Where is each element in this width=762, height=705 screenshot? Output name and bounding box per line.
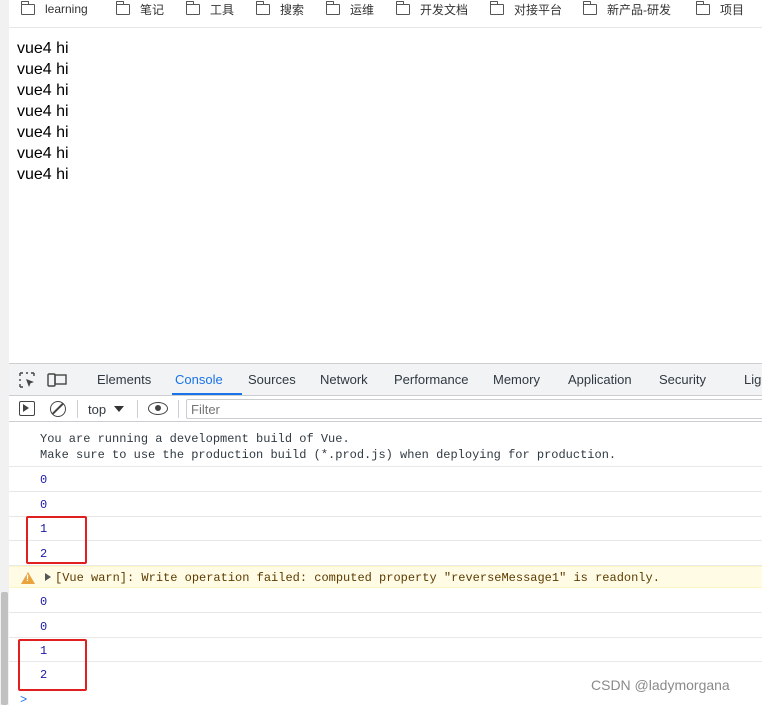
tab-elements[interactable]: Elements xyxy=(97,372,151,392)
tab-application[interactable]: Application xyxy=(568,372,632,392)
tab-performance[interactable]: Performance xyxy=(394,372,468,392)
devtools-panel: Elements Console Sources Network Perform… xyxy=(9,363,762,705)
folder-icon xyxy=(255,0,270,15)
devtools-tabbar: Elements Console Sources Network Perform… xyxy=(9,364,762,396)
bookmark-ops[interactable]: 运维 xyxy=(325,0,375,17)
page-text-line: vue4 hi xyxy=(17,61,69,78)
console-messages: You are running a development build of V… xyxy=(9,423,762,705)
device-toolbar-icon[interactable] xyxy=(47,372,67,388)
active-tab-indicator xyxy=(172,393,242,395)
tab-memory[interactable]: Memory xyxy=(493,372,540,392)
bookmarks-bar: learning 笔记 工具 搜索 运维 开发文档 对接平台 新产品-研发 项目 xyxy=(9,0,762,28)
bookmark-new-product[interactable]: 新产品-研发 xyxy=(582,0,671,17)
page-text-line: vue4 hi xyxy=(17,145,69,162)
warning-text: [Vue warn]: Write operation failed: comp… xyxy=(55,571,660,585)
bookmark-tools[interactable]: 工具 xyxy=(185,0,235,17)
page-text-line: vue4 hi xyxy=(17,166,69,183)
folder-icon xyxy=(115,0,130,15)
tab-console[interactable]: Console xyxy=(175,372,223,392)
console-log-row: 0 xyxy=(9,613,762,638)
bookmark-label: 工具 xyxy=(210,2,235,17)
toolbar-divider xyxy=(77,400,78,418)
bookmark-notes[interactable]: 笔记 xyxy=(115,0,165,17)
log-value: 0 xyxy=(40,498,48,512)
console-log-row: 2 xyxy=(9,541,762,566)
bookmark-label: learning xyxy=(45,2,88,16)
inspect-element-icon[interactable] xyxy=(19,372,35,388)
folder-icon xyxy=(695,0,710,15)
bookmark-learning[interactable]: learning xyxy=(20,0,88,17)
warning-icon xyxy=(21,572,35,584)
tab-network[interactable]: Network xyxy=(320,372,368,392)
console-log-row: 0 xyxy=(9,467,762,492)
clear-console-icon[interactable] xyxy=(50,401,66,417)
page-text-line: vue4 hi xyxy=(17,103,69,120)
bookmark-search[interactable]: 搜索 xyxy=(255,0,305,17)
log-value: 0 xyxy=(40,473,48,487)
caret-down-icon xyxy=(114,406,125,412)
console-filter-input[interactable] xyxy=(186,399,762,419)
toolbar-divider xyxy=(178,400,179,418)
bookmark-label: 开发文档 xyxy=(420,2,469,17)
console-log-row: 1 xyxy=(9,517,762,541)
highlight-box xyxy=(26,516,87,564)
bookmark-dev-docs[interactable]: 开发文档 xyxy=(395,0,469,17)
expand-arrow-icon[interactable] xyxy=(45,573,51,581)
info-text: You are running a development build of V… xyxy=(40,432,617,462)
console-warning-message[interactable]: [Vue warn]: Write operation failed: comp… xyxy=(9,566,762,588)
bookmark-label: 对接平台 xyxy=(514,2,563,17)
page-content: vue4 hi vue4 hi vue4 hi vue4 hi vue4 hi … xyxy=(9,29,762,363)
live-expression-eye-icon[interactable] xyxy=(148,402,168,415)
console-log-row: 1 xyxy=(9,638,762,662)
highlight-box xyxy=(18,639,87,691)
left-scrollbar[interactable] xyxy=(0,0,9,705)
bookmark-integration[interactable]: 对接平台 xyxy=(489,0,563,17)
log-value: 0 xyxy=(40,595,48,609)
console-log-row: 0 xyxy=(9,588,762,613)
tab-security[interactable]: Security xyxy=(659,372,706,392)
context-selector[interactable]: top xyxy=(88,400,125,418)
context-value: top xyxy=(88,401,107,417)
tab-sources[interactable]: Sources xyxy=(248,372,296,392)
folder-icon xyxy=(20,0,35,15)
tab-lighthouse[interactable]: Lig xyxy=(744,372,761,392)
bookmark-label: 笔记 xyxy=(140,2,165,17)
page-text-line: vue4 hi xyxy=(17,124,69,141)
folder-icon xyxy=(489,0,504,15)
console-info-message: You are running a development build of V… xyxy=(9,423,762,467)
bookmark-label: 运维 xyxy=(350,2,375,17)
bookmark-projects[interactable]: 项目 xyxy=(695,0,745,17)
console-prompt[interactable]: > xyxy=(20,693,27,705)
folder-icon xyxy=(582,0,597,15)
console-toolbar: top xyxy=(9,396,762,422)
folder-icon xyxy=(325,0,340,15)
watermark: CSDN @ladymorgana xyxy=(591,677,730,693)
bookmark-label: 搜索 xyxy=(280,2,305,17)
bookmark-label: 项目 xyxy=(720,2,745,17)
folder-icon xyxy=(395,0,410,15)
bookmark-label: 新产品-研发 xyxy=(607,2,671,17)
page-text-line: vue4 hi xyxy=(17,82,69,99)
toolbar-divider xyxy=(137,400,138,418)
scrollbar-thumb[interactable] xyxy=(1,592,8,705)
log-value: 0 xyxy=(40,620,48,634)
folder-icon xyxy=(185,0,200,15)
page-text-line: vue4 hi xyxy=(17,40,69,57)
console-log-row: 0 xyxy=(9,492,762,517)
show-sidebar-icon[interactable] xyxy=(19,401,35,416)
